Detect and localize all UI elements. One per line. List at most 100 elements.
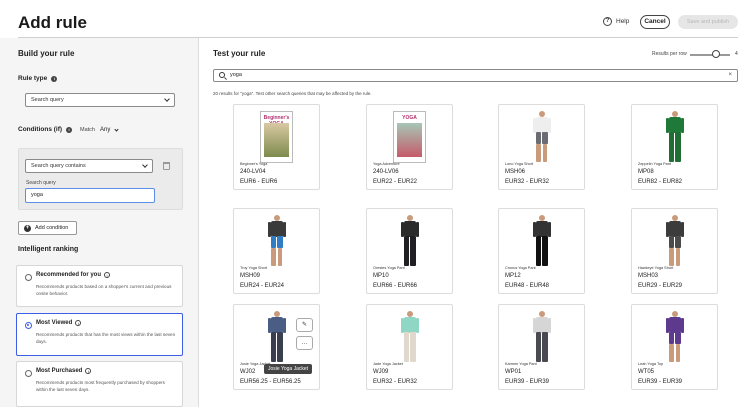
match-label: Match bbox=[80, 127, 95, 133]
product-name: Jade Yoga Jacket bbox=[373, 362, 403, 366]
build-rule-title: Build your rule bbox=[18, 49, 75, 58]
product-name: Cronus Yoga Pant bbox=[505, 266, 536, 270]
figure-arml bbox=[665, 222, 669, 237]
intelligent-ranking-title: Intelligent ranking bbox=[18, 246, 79, 253]
chevron-down-icon bbox=[142, 162, 148, 168]
figure-arml bbox=[665, 318, 669, 333]
product-card[interactable]: Cronus Yoga Pant MP12 EUR48 - EUR48 bbox=[498, 208, 585, 294]
add-condition-label: Add condition bbox=[35, 225, 69, 231]
model-figure bbox=[660, 215, 690, 269]
figure-legl bbox=[270, 332, 276, 362]
product-image bbox=[499, 311, 584, 365]
conditions-label-text: Conditions (if) bbox=[18, 126, 63, 133]
ranking-option-title: Most Purchased i bbox=[36, 368, 92, 374]
search-query-input[interactable]: yoga bbox=[25, 188, 155, 203]
figure-armr bbox=[680, 222, 684, 237]
product-image bbox=[632, 215, 717, 269]
product-image bbox=[632, 311, 717, 365]
product-price: EUR32 - EUR32 bbox=[373, 379, 418, 385]
figure-torso bbox=[535, 117, 548, 133]
clear-icon[interactable]: × bbox=[728, 70, 732, 81]
figure-torso bbox=[270, 221, 283, 237]
figure-arml bbox=[400, 222, 404, 237]
product-grid: Beginner's YOGA Beginner's Yoga 240-LV04 EU… bbox=[233, 104, 738, 407]
results-per-row-slider[interactable] bbox=[690, 54, 730, 56]
ranking-option-title: Recommended for you i bbox=[36, 272, 111, 278]
ranking-option-desc: Recommends products that has the most vi… bbox=[36, 332, 176, 344]
figure-legl bbox=[535, 132, 541, 162]
condition-select[interactable]: Search query contains bbox=[25, 159, 153, 173]
info-icon[interactable]: i bbox=[51, 75, 58, 82]
radio-button[interactable] bbox=[25, 274, 32, 281]
save-and-publish-button[interactable]: Save and publish bbox=[678, 15, 738, 29]
results-per-row-value: 4 bbox=[735, 51, 738, 57]
info-icon[interactable]: i bbox=[66, 126, 73, 133]
figure-armr bbox=[680, 318, 684, 333]
radio-button[interactable] bbox=[25, 370, 32, 377]
product-sku: MSH06 bbox=[505, 169, 526, 175]
info-icon[interactable]: i bbox=[104, 272, 111, 278]
figure-arml bbox=[267, 318, 271, 333]
product-card[interactable]: Karmen Yoga Pant WP01 EUR39 - EUR39 bbox=[498, 304, 585, 390]
product-hover-actions: ✎ … bbox=[296, 318, 313, 352]
model-figure bbox=[660, 311, 690, 365]
product-card[interactable]: YOGA Yoga Adventure 240-LV06 EUR22 - EUR22 bbox=[366, 104, 453, 190]
figure-legr bbox=[675, 236, 681, 266]
figure-legr bbox=[542, 332, 548, 362]
product-image: YOGA bbox=[367, 111, 452, 165]
product-price: EUR39 - EUR39 bbox=[505, 379, 550, 385]
product-card[interactable]: Beginner's YOGA Beginner's Yoga 240-LV04 EU… bbox=[233, 104, 320, 190]
rule-type-select[interactable]: Search query bbox=[25, 93, 175, 107]
product-card[interactable]: Lono Yoga Short MSH06 EUR32 - EUR32 bbox=[498, 104, 585, 190]
product-card[interactable]: Orestes Yoga Pant MP10 EUR66 - EUR66 bbox=[366, 208, 453, 294]
figure-torso bbox=[535, 317, 548, 333]
plus-icon: + bbox=[24, 224, 31, 232]
slider-handle[interactable] bbox=[712, 50, 720, 58]
ranking-option-most-viewed[interactable]: Most Viewed i Recommends products that h… bbox=[16, 313, 183, 356]
ranking-option-most-purchased[interactable]: Most Purchased i Recommends products mos… bbox=[16, 361, 183, 407]
results-per-row-label: Results per row bbox=[652, 51, 687, 57]
product-card[interactable]: Hawkeye Yoga Short MSH03 EUR29 - EUR29 bbox=[631, 208, 718, 294]
rule-type-value: Search query bbox=[31, 97, 64, 103]
match-dropdown[interactable]: Match Any bbox=[80, 126, 119, 133]
ranking-option-recommended[interactable]: Recommended for you i Recommends product… bbox=[16, 265, 183, 307]
figure-legl bbox=[668, 332, 674, 362]
figure-armr bbox=[282, 222, 286, 237]
product-card[interactable]: Jade Yoga Jacket WJ09 EUR32 - EUR32 bbox=[366, 304, 453, 390]
figure-legl bbox=[403, 236, 409, 266]
help-link[interactable]: ? Help bbox=[603, 17, 629, 26]
product-card[interactable]: Troy Yoga Short MSH09 EUR24 - EUR24 bbox=[233, 208, 320, 294]
model-figure bbox=[527, 111, 557, 165]
info-icon[interactable]: i bbox=[85, 368, 92, 374]
figure-armr bbox=[680, 118, 684, 133]
product-sku: WT05 bbox=[638, 369, 655, 375]
pin-icon[interactable]: ✎ bbox=[296, 318, 313, 332]
add-condition-button[interactable]: + Add condition bbox=[18, 221, 77, 235]
product-name: Leah Yoga Top bbox=[638, 362, 664, 366]
rule-type-label-text: Rule type bbox=[18, 75, 48, 82]
product-price: EUR56.25 - EUR56.25 bbox=[240, 379, 301, 385]
product-card[interactable]: Zeppelin Yoga Pant MP08 EUR82 - EUR82 bbox=[631, 104, 718, 190]
product-price: EUR32 - EUR32 bbox=[505, 179, 550, 185]
chevron-down-icon bbox=[114, 126, 119, 132]
product-sku: MP10 bbox=[373, 273, 389, 279]
product-price: EUR48 - EUR48 bbox=[505, 283, 550, 289]
info-icon[interactable]: i bbox=[75, 320, 82, 326]
more-icon[interactable]: … bbox=[296, 336, 313, 350]
product-image bbox=[499, 111, 584, 165]
product-name: Orestes Yoga Pant bbox=[373, 266, 405, 270]
results-note: 20 results for "yoga". Test other search… bbox=[213, 91, 372, 96]
test-rule-title: Test your rule bbox=[213, 49, 266, 58]
ranking-option-title-text: Most Viewed bbox=[36, 320, 73, 326]
product-price: EUR6 - EUR6 bbox=[240, 179, 278, 185]
product-price: EUR24 - EUR24 bbox=[240, 283, 285, 289]
cancel-button[interactable]: Cancel bbox=[640, 15, 670, 29]
model-figure bbox=[262, 311, 292, 365]
test-search-input[interactable]: yoga × bbox=[213, 69, 738, 82]
product-price: EUR22 - EUR22 bbox=[373, 179, 418, 185]
product-card[interactable]: Leah Yoga Top WT05 EUR39 - EUR39 bbox=[631, 304, 718, 390]
trash-icon[interactable] bbox=[163, 162, 170, 170]
product-price: EUR29 - EUR29 bbox=[638, 283, 683, 289]
radio-button[interactable] bbox=[25, 322, 32, 329]
product-name: Karmen Yoga Pant bbox=[505, 362, 537, 366]
